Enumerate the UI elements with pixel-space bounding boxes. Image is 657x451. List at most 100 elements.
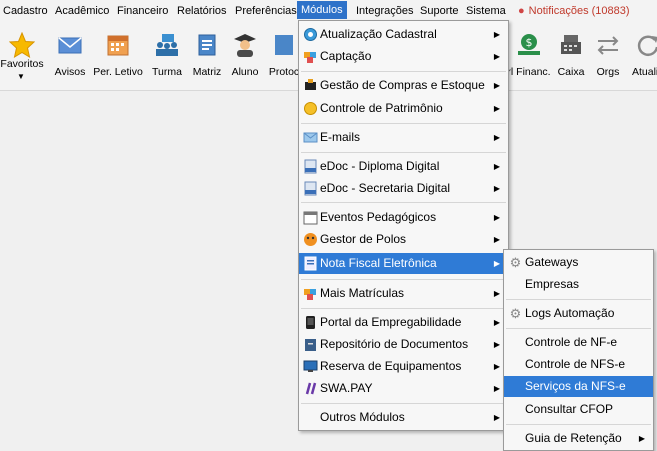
svg-text:$: $: [526, 36, 533, 49]
notifications-link[interactable]: ● Notificações (10883): [518, 3, 630, 19]
menu-item-portal-empregabilidade[interactable]: Portal da Empregabilidade ▶: [299, 312, 508, 333]
menu-item-captacao[interactable]: Captação ▶: [299, 46, 508, 67]
notifications-label: Notificações (10883): [528, 5, 630, 17]
menu-separator: [506, 299, 651, 300]
menu-bar: Cadastro Acadêmico Financeiro Relatórios…: [0, 0, 657, 21]
menu-separator: [301, 152, 506, 153]
menu-sistema[interactable]: Sistema: [464, 3, 508, 19]
menu-separator: [301, 279, 506, 280]
toolbar-avisos-button[interactable]: Avisos: [53, 26, 87, 90]
submenu-item-logs-automacao[interactable]: ⚙ Logs Automação: [504, 303, 653, 324]
monitor-icon: [303, 360, 318, 372]
menu-separator: [301, 202, 506, 203]
chevron-right-icon: ▶: [493, 81, 500, 90]
modulos-dropdown: Atualização Cadastral ▶ Captação ▶ Gestão …: [298, 20, 509, 431]
student-icon: [234, 34, 256, 57]
chevron-right-icon: ▶: [493, 340, 500, 349]
mail-icon: [58, 37, 82, 54]
submenu-item-guia-retencao[interactable]: Guia de Retenção ▶: [504, 428, 653, 449]
gear-icon: ⚙: [509, 255, 522, 270]
puzzle-icon: [304, 52, 316, 63]
swap-arrows-icon: [597, 36, 619, 55]
menu-item-mais-matriculas[interactable]: Mais Matrículas ▶: [299, 283, 508, 304]
menu-academico[interactable]: Acadêmico: [53, 3, 111, 19]
chevron-right-icon: ▶: [493, 413, 500, 422]
menu-item-emails[interactable]: E-mails ▶: [299, 127, 508, 148]
update-icon: [304, 28, 317, 41]
puzzle-icon: [304, 289, 316, 300]
toolbar-atualizar-button[interactable]: Atuali: [628, 26, 657, 90]
menu-item-gestor-polos[interactable]: Gestor de Polos ▶: [299, 229, 508, 250]
chevron-right-icon: ▶: [493, 384, 500, 393]
chevron-right-icon: ▶: [493, 30, 500, 39]
menu-item-swa-pay[interactable]: SWA.PAY ▶: [299, 378, 508, 399]
phone-icon: [306, 316, 315, 329]
toolbar-aluno-button[interactable]: Aluno: [228, 26, 262, 90]
chevron-right-icon: ▶: [493, 235, 500, 244]
menu-item-outros-modulos[interactable]: Outros Módulos ▶: [299, 407, 508, 428]
calendar-icon: [303, 211, 318, 225]
menu-separator: [301, 308, 506, 309]
star-icon: [9, 32, 35, 58]
menu-item-edoc-diploma[interactable]: eDoc - Diploma Digital ▶: [299, 156, 508, 177]
submenu-item-gateways[interactable]: ⚙ Gateways: [504, 252, 653, 273]
cash-register-icon: [561, 35, 581, 54]
chevron-right-icon: ▶: [493, 289, 500, 298]
edoc-icon: [304, 159, 317, 174]
archive-icon: [305, 339, 316, 351]
menu-integracoes[interactable]: Integrações: [354, 3, 415, 19]
menu-item-repositorio-documentos[interactable]: Repositório de Documentos ▶: [299, 334, 508, 355]
email-icon: [303, 132, 318, 143]
chevron-right-icon: ▶: [493, 52, 500, 61]
menu-item-edoc-secretaria[interactable]: eDoc - Secretaria Digital ▶: [299, 178, 508, 199]
toolbar-turma-button[interactable]: Turma: [150, 26, 184, 90]
chevron-right-icon: ▶: [493, 259, 500, 268]
asset-icon: [304, 102, 317, 115]
refresh-icon: [637, 35, 657, 56]
menu-item-atualizacao-cadastral[interactable]: Atualização Cadastral ▶: [299, 24, 508, 45]
gear-icon: ⚙: [509, 306, 522, 321]
chevron-right-icon: ▶: [493, 162, 500, 171]
notification-icon: ●: [518, 5, 525, 17]
toolbar-favoritos-button[interactable]: Favoritos ▼: [0, 26, 44, 90]
menu-item-controle-patrimonio[interactable]: Controle de Patrimônio ▶: [299, 98, 508, 119]
edoc-icon: [304, 181, 317, 196]
submenu-item-empresas[interactable]: Empresas: [504, 274, 653, 295]
menu-modulos[interactable]: Módulos: [297, 1, 347, 19]
submenu-item-consultar-cfop[interactable]: Consultar CFOP: [504, 399, 653, 420]
pay-icon: [305, 382, 317, 395]
toolbar-matriz-button[interactable]: Matriz: [190, 26, 224, 90]
menu-separator: [301, 71, 506, 72]
toolbar-orgs-button[interactable]: Orgs: [592, 26, 624, 90]
menu-separator: [301, 123, 506, 124]
document-icon: [198, 34, 216, 56]
poles-icon: [304, 233, 317, 246]
menu-preferencias[interactable]: Preferências: [233, 3, 299, 19]
invoice-icon: [304, 256, 317, 271]
chevron-down-icon: ▼: [17, 72, 25, 81]
nfe-submenu: ⚙ Gateways Empresas ⚙ Logs Automação Con…: [503, 249, 654, 451]
menu-relatorios[interactable]: Relatórios: [175, 3, 229, 19]
submenu-item-controle-nfse[interactable]: Controle de NFS-e: [504, 354, 653, 375]
toolbar-controle-financeiro-button[interactable]: $ rl Financ.: [507, 26, 551, 90]
menu-separator: [506, 328, 651, 329]
class-icon: [156, 34, 178, 56]
chevron-right-icon: ▶: [493, 104, 500, 113]
menu-item-reserva-equipamentos[interactable]: Reserva de Equipamentos ▶: [299, 356, 508, 377]
chevron-right-icon: ▶: [493, 318, 500, 327]
menu-item-nota-fiscal-eletronica[interactable]: Nota Fiscal Eletrônica ▶: [299, 253, 508, 274]
toolbar-caixa-button[interactable]: Caixa: [555, 26, 587, 90]
chevron-right-icon: ▶: [638, 434, 645, 443]
submenu-item-servicos-nfse[interactable]: Serviços da NFS-e: [504, 376, 653, 397]
menu-suporte[interactable]: Suporte: [418, 3, 461, 19]
toolbar-periodo-letivo-button[interactable]: Per. Letivo: [93, 26, 143, 90]
menu-cadastro[interactable]: Cadastro: [1, 3, 50, 19]
submenu-item-controle-nfe[interactable]: Controle de NF-e: [504, 332, 653, 353]
menu-item-gestao-compras[interactable]: Gestão de Compras e Estoque ▶: [299, 75, 508, 96]
toolbar-protocolo-button[interactable]: Protoc: [267, 26, 301, 90]
purchase-icon: [305, 79, 316, 90]
money-icon: $: [518, 34, 540, 55]
menu-financeiro[interactable]: Financeiro: [115, 3, 170, 19]
menu-item-eventos-pedagogicos[interactable]: Eventos Pedagógicos ▶: [299, 207, 508, 228]
menu-separator: [506, 424, 651, 425]
